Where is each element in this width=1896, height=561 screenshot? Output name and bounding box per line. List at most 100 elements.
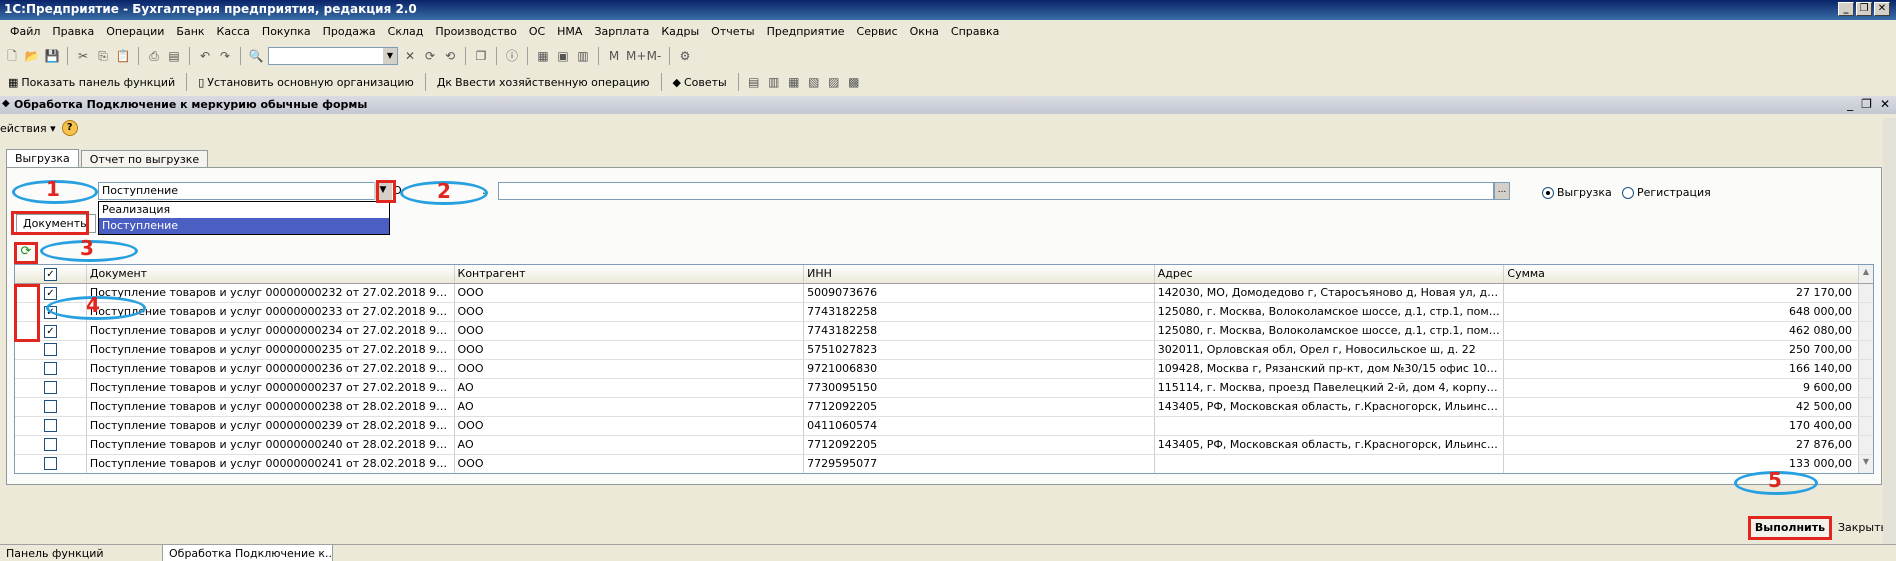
doc-restore-button[interactable]: ❐ <box>1861 97 1872 111</box>
scroll-track[interactable] <box>1859 360 1873 378</box>
menu-item[interactable]: Окна <box>904 25 945 38</box>
row-checkbox-cell[interactable] <box>15 360 87 378</box>
row-checkbox[interactable] <box>43 457 57 470</box>
row-checkbox[interactable] <box>43 343 57 356</box>
close-button[interactable]: Закрыть <box>1838 521 1887 534</box>
row-checkbox[interactable] <box>43 419 57 432</box>
report-icon-2[interactable]: ▥ <box>766 74 782 90</box>
menu-item[interactable]: Операции <box>100 25 170 38</box>
set-org-button[interactable]: ▯ Установить основную организацию <box>194 76 418 89</box>
row-checkbox[interactable]: ✓ <box>43 287 57 300</box>
restore-button[interactable]: ❐ <box>1856 2 1872 16</box>
undo-icon[interactable]: ↶ <box>197 48 213 64</box>
settings-icon[interactable]: ⚙ <box>677 48 693 64</box>
menu-item[interactable]: Файл <box>4 25 46 38</box>
dropdown-option-selected[interactable]: Поступление <box>99 218 389 234</box>
help-icon[interactable]: ? <box>61 120 78 136</box>
menu-item[interactable]: Касса <box>211 25 256 38</box>
table-row[interactable]: Поступление товаров и услуг 00000000236 … <box>15 360 1873 379</box>
col-sum[interactable]: Сумма <box>1504 265 1860 283</box>
preview-icon[interactable]: ▤ <box>166 48 182 64</box>
menu-item[interactable]: Отчеты <box>705 25 760 38</box>
search-combo[interactable]: ▼ <box>268 47 398 65</box>
row-checkbox[interactable] <box>43 438 57 451</box>
col-inn[interactable]: ИНН <box>804 265 1155 283</box>
windows-icon[interactable]: ❐ <box>473 48 489 64</box>
col-address[interactable]: Адрес <box>1155 265 1505 283</box>
scroll-track[interactable] <box>1859 284 1873 302</box>
task-function-panel[interactable]: Панель функций <box>0 545 163 561</box>
table-row[interactable]: ✓ Поступление товаров и услуг 00000000233… <box>15 303 1873 322</box>
doc-type-select[interactable]: Поступление <box>98 182 392 200</box>
scroll-track[interactable] <box>1859 417 1873 435</box>
select-all-header[interactable]: ✓ <box>15 265 87 283</box>
menu-item[interactable]: Продажа <box>317 25 382 38</box>
table-row[interactable]: Поступление товаров и услуг 00000000239 … <box>15 417 1873 436</box>
info-icon[interactable]: ⓘ <box>504 48 520 64</box>
enter-operation-button[interactable]: Дк Ввести хозяйственную операцию <box>433 76 654 89</box>
table-icon[interactable]: ▥ <box>575 48 591 64</box>
scroll-up-icon[interactable]: ▲ <box>1859 265 1873 283</box>
row-checkbox[interactable] <box>43 381 57 394</box>
m-plus-icon[interactable]: M+ <box>626 48 646 64</box>
row-checkbox-cell[interactable] <box>15 455 87 473</box>
menu-item[interactable]: НМА <box>551 25 588 38</box>
report-icon-6[interactable]: ▩ <box>846 74 862 90</box>
search-icon[interactable]: 🔍 <box>248 48 264 64</box>
new-icon[interactable]: 🗋 <box>4 48 20 64</box>
calc-icon[interactable]: ▦ <box>535 48 551 64</box>
row-checkbox-cell[interactable] <box>15 379 87 397</box>
actions-menu[interactable]: ействия ▾ <box>0 122 56 135</box>
m-minus-icon[interactable]: M- <box>646 48 662 64</box>
minimize-button[interactable]: _ <box>1838 2 1854 16</box>
table-row[interactable]: Поступление товаров и услуг 00000000237 … <box>15 379 1873 398</box>
m-icon[interactable]: M <box>606 48 622 64</box>
select-all-checkbox[interactable]: ✓ <box>43 268 57 281</box>
scroll-down-icon[interactable]: ▼ <box>1859 455 1873 473</box>
find-next-icon[interactable]: ⟳ <box>422 48 438 64</box>
save-icon[interactable]: 💾 <box>44 48 60 64</box>
scroll-track[interactable] <box>1859 398 1873 416</box>
menu-item[interactable]: Кадры <box>655 25 705 38</box>
table-row[interactable]: Поступление товаров и услуг 00000000238 … <box>15 398 1873 417</box>
task-processing[interactable]: Обработка Подключение к... <box>163 545 333 561</box>
redo-icon[interactable]: ↷ <box>217 48 233 64</box>
menu-item[interactable]: Справка <box>945 25 1005 38</box>
table-row[interactable]: Поступление товаров и услуг 00000000241 … <box>15 455 1873 473</box>
scroll-track[interactable] <box>1859 341 1873 359</box>
menu-item[interactable]: Сервис <box>851 25 904 38</box>
row-checkbox-cell[interactable] <box>15 417 87 435</box>
paste-icon[interactable]: 📋 <box>115 48 131 64</box>
menu-item[interactable]: Склад <box>382 25 430 38</box>
menu-item[interactable]: Производство <box>429 25 522 38</box>
menu-item[interactable]: Покупка <box>256 25 317 38</box>
menu-item[interactable]: Банк <box>170 25 210 38</box>
scroll-track[interactable] <box>1859 322 1873 340</box>
find-prev-icon[interactable]: ⟲ <box>442 48 458 64</box>
row-checkbox[interactable]: ✓ <box>43 325 57 338</box>
row-checkbox-cell[interactable] <box>15 341 87 359</box>
radio-register[interactable]: Регистрация <box>1622 186 1711 199</box>
row-checkbox[interactable] <box>43 400 57 413</box>
table-row[interactable]: ✓ Поступление товаров и услуг 00000000234… <box>15 322 1873 341</box>
menu-item[interactable]: Правка <box>46 25 100 38</box>
show-panel-button[interactable]: ▦ Показать панель функций <box>4 76 179 89</box>
print-icon[interactable]: ⎙ <box>146 48 162 64</box>
scroll-track[interactable] <box>1859 436 1873 454</box>
select-counterparty-button[interactable]: ... <box>1494 182 1510 200</box>
report-icon-1[interactable]: ▤ <box>746 74 762 90</box>
row-checkbox[interactable] <box>43 362 57 375</box>
menu-item[interactable]: Зарплата <box>588 25 655 38</box>
doc-minimize-button[interactable]: _ <box>1847 97 1853 111</box>
calendar-icon[interactable]: ▣ <box>555 48 571 64</box>
counterparty-field[interactable] <box>498 182 1494 200</box>
report-icon-5[interactable]: ▨ <box>826 74 842 90</box>
report-icon-3[interactable]: ▦ <box>786 74 802 90</box>
open-icon[interactable]: 📂 <box>24 48 40 64</box>
close-window-button[interactable]: ✕ <box>1874 2 1890 16</box>
menu-item[interactable]: Предприятие <box>761 25 851 38</box>
dropdown-option[interactable]: Реализация <box>99 202 389 218</box>
run-button[interactable]: Выполнить <box>1748 516 1832 540</box>
tab-export[interactable]: Выгрузка <box>6 149 79 169</box>
col-document[interactable]: Документ <box>87 265 455 283</box>
